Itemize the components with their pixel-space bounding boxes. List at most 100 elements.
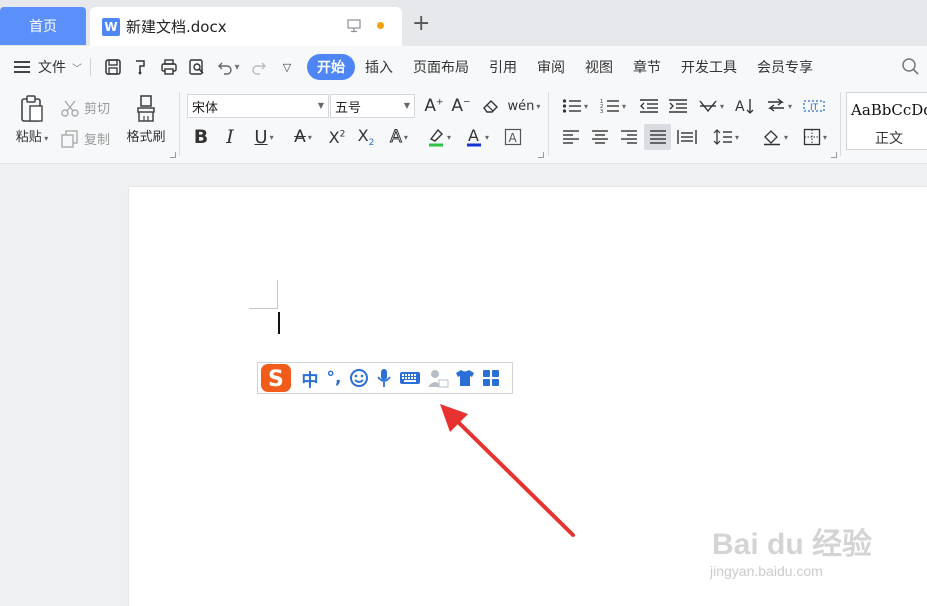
tab-review[interactable]: 审阅 (527, 54, 575, 80)
table-text-button[interactable]: IT (801, 94, 827, 118)
shading-button[interactable]: ▾ (758, 124, 792, 150)
font-family-select[interactable]: 宋体 ▼ (187, 94, 329, 118)
phonetic-guide-button[interactable]: wén ▾ (507, 92, 541, 120)
show-hide-marks-button[interactable]: ▾ (762, 94, 796, 118)
format-painter-quick-button[interactable] (127, 53, 155, 81)
tab-chapter[interactable]: 章节 (623, 54, 671, 80)
style-normal[interactable]: AaBbCcDd 正文 (846, 92, 927, 150)
tab-review-label: 审阅 (537, 60, 565, 76)
tab-insert[interactable]: 插入 (355, 54, 403, 80)
copy-button[interactable]: 复制 (60, 129, 110, 148)
font-group-launcher-icon[interactable] (538, 152, 544, 158)
soft-keyboard-button[interactable] (396, 364, 424, 392)
grid-apps-icon (483, 370, 499, 386)
tab-references-label: 引用 (489, 60, 517, 76)
search-icon[interactable] (901, 57, 921, 77)
chevron-down-icon: ▾ (734, 132, 739, 142)
emoji-button[interactable] (346, 364, 372, 392)
chevron-down-icon: ▾ (719, 101, 724, 111)
quick-access-more-button[interactable]: ▽ (273, 53, 301, 81)
strikethrough-button[interactable]: A ▾ (286, 124, 320, 150)
font-color-button[interactable]: A ▾ (460, 124, 494, 150)
paragraph-group-launcher-icon[interactable] (831, 152, 837, 158)
skin-button[interactable] (452, 364, 478, 392)
numbered-list-button[interactable]: 123 ▾ (596, 94, 630, 118)
user-icon (428, 370, 449, 388)
text-effect-button[interactable]: A ▾ (382, 124, 416, 150)
tab-home[interactable]: 首页 (0, 7, 86, 45)
paste-icon (21, 95, 43, 122)
toolbox-button[interactable] (478, 364, 504, 392)
align-right-button[interactable] (616, 124, 642, 150)
tab-start[interactable]: 开始 (307, 54, 355, 80)
redo-button[interactable] (245, 53, 273, 81)
subscript-button[interactable]: X2 (354, 124, 378, 150)
monitor-icon[interactable] (347, 19, 361, 33)
tab-references[interactable]: 引用 (479, 54, 527, 80)
chinese-mode-label: 中 (301, 370, 319, 391)
file-menu-button[interactable]: 文件 ﹀ (14, 57, 82, 77)
increase-indent-button[interactable] (665, 94, 691, 118)
tab-developer[interactable]: 开发工具 (671, 54, 747, 80)
print-button[interactable] (155, 53, 183, 81)
sogou-logo-icon[interactable]: S (260, 363, 292, 393)
watermark-brand: Bai du 经验 (712, 528, 873, 561)
tab-view-label: 视图 (585, 60, 613, 76)
paint-bucket-icon (763, 130, 780, 146)
align-left-button[interactable] (558, 124, 584, 150)
text-effect-icon: A (390, 127, 403, 148)
margin-corner-mark (277, 280, 278, 308)
tab-member[interactable]: 会员专享 (747, 54, 823, 80)
chinese-layout-button[interactable]: ▾ (694, 94, 728, 118)
voice-input-button[interactable] (372, 364, 396, 392)
chevron-down-icon: ▾ (484, 132, 489, 142)
svg-text:A: A (735, 99, 745, 115)
format-painter-icon (137, 95, 155, 122)
save-button[interactable] (99, 53, 127, 81)
distributed-align-button[interactable] (674, 124, 700, 150)
svg-text:A: A (468, 127, 479, 145)
cut-button[interactable]: 剪切 (60, 98, 110, 117)
divider (179, 92, 180, 156)
tab-page-layout[interactable]: 页面布局 (403, 54, 479, 80)
chinese-mode-toggle[interactable]: 中 (298, 364, 322, 392)
file-menu-label: 文件 (38, 60, 66, 76)
borders-button[interactable]: ▾ (797, 124, 833, 150)
bold-icon: B (193, 126, 209, 148)
align-center-button[interactable] (587, 124, 613, 150)
font-size-select[interactable]: 五号 ▼ (330, 94, 415, 118)
highlight-button[interactable]: ▾ (422, 124, 456, 150)
print-preview-button[interactable] (183, 53, 211, 81)
grow-font-button[interactable]: A+ (422, 94, 446, 118)
justify-button[interactable] (644, 124, 671, 150)
format-painter-button[interactable]: 格式刷 (122, 94, 170, 145)
line-spacing-button[interactable]: ▾ (708, 124, 744, 150)
punctuation-toggle[interactable]: °, (322, 364, 346, 392)
undo-icon (218, 62, 233, 75)
sort-button[interactable]: A (732, 94, 758, 118)
cut-label: 剪切 (84, 102, 111, 117)
tab-view[interactable]: 视图 (575, 54, 623, 80)
paste-button[interactable]: 粘贴 ▾ (10, 94, 54, 145)
align-right-icon (621, 130, 637, 144)
superscript-button[interactable]: X2 (325, 124, 349, 150)
baidu-watermark: Bai du 经验 jingyan.baidu.com (708, 517, 888, 587)
underline-button[interactable]: U ▾ (246, 124, 282, 150)
style-name-label: 正文 (875, 131, 903, 147)
decrease-indent-button[interactable] (636, 94, 662, 118)
tab-document[interactable]: W 新建文档.docx (90, 7, 402, 46)
undo-dropdown-icon[interactable]: ▾ (234, 62, 239, 73)
tab-page-layout-label: 页面布局 (413, 60, 469, 76)
shrink-font-button[interactable]: A− (449, 94, 473, 118)
clear-format-button[interactable] (479, 94, 503, 118)
italic-button[interactable]: I (219, 124, 241, 150)
bullet-list-button[interactable]: ▾ (558, 94, 592, 118)
bold-button[interactable]: B (190, 124, 212, 150)
save-icon (105, 59, 121, 75)
new-tab-plus-icon[interactable]: + (412, 13, 430, 35)
bullet-list-icon (562, 99, 581, 113)
user-account-button[interactable] (424, 364, 452, 392)
clipboard-group-launcher-icon[interactable] (170, 152, 176, 158)
undo-button[interactable]: ▾ (211, 53, 245, 81)
character-border-button[interactable]: A (501, 124, 525, 150)
